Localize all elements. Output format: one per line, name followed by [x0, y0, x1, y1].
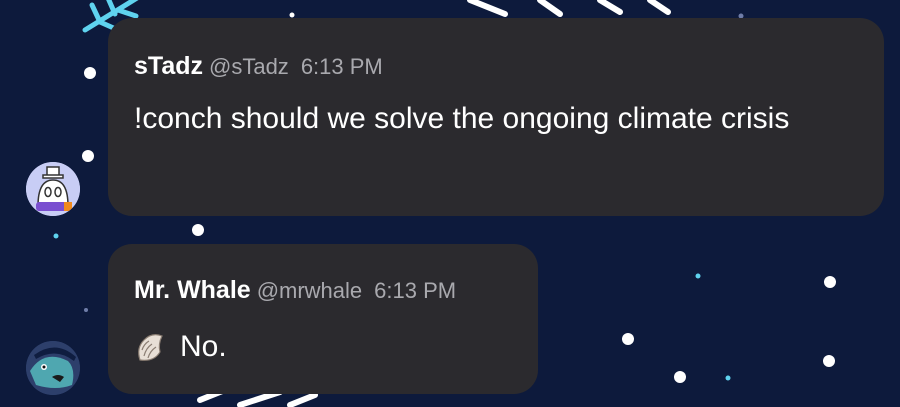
message-header: sTadz @sTadz 6:13 PM	[134, 52, 383, 81]
timestamp: 6:13 PM	[300, 54, 383, 79]
message-text: No.	[180, 330, 227, 363]
timestamp: 6:13 PM	[374, 278, 457, 303]
avatar-stadz[interactable]	[26, 162, 80, 216]
username[interactable]: sTadz	[134, 52, 203, 80]
message-bubble[interactable]: Mr. Whale @mrwhale 6:13 PM No.	[108, 244, 538, 394]
avatar-mr-whale[interactable]	[26, 341, 80, 395]
message-text: !conch should we solve the ongoing clima…	[134, 102, 790, 135]
message-bubble[interactable]: sTadz @sTadz 6:13 PM !conch should we solv…	[108, 18, 884, 216]
user-handle: @sTadz	[209, 54, 289, 79]
ghost-top-hat-avatar-icon	[26, 162, 80, 216]
user-handle: @mrwhale	[256, 278, 363, 303]
message-content: No.	[134, 324, 227, 370]
username[interactable]: Mr. Whale	[134, 276, 251, 304]
conch-shell-icon	[138, 334, 163, 361]
whale-avatar-icon	[26, 341, 80, 395]
message-header: Mr. Whale @mrwhale 6:13 PM	[134, 276, 456, 305]
